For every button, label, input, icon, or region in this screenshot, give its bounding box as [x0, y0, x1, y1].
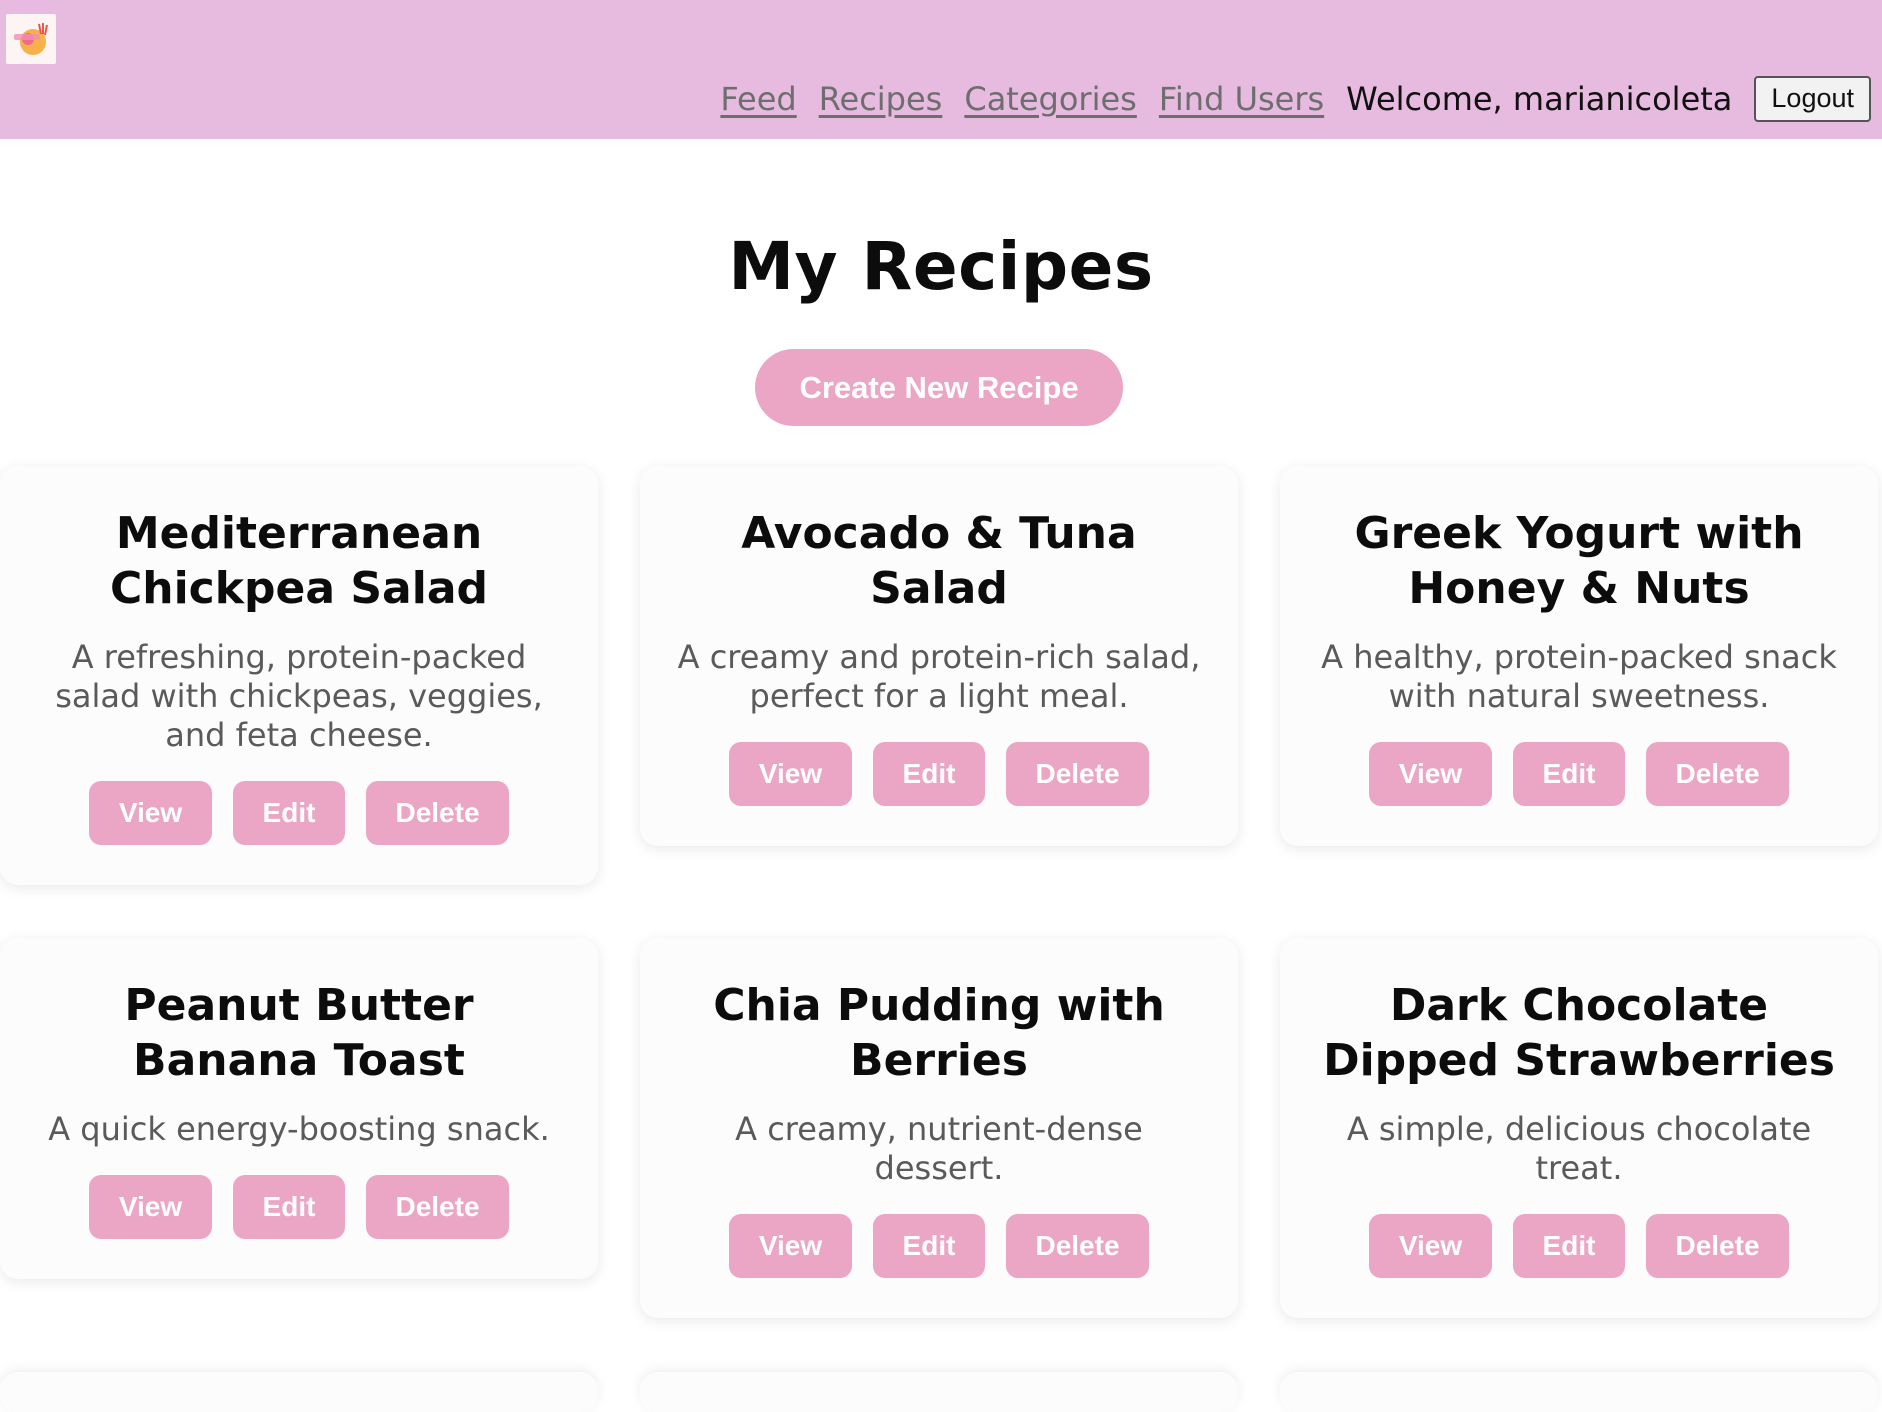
recipe-card: Greek Yogurt with Honey & Nuts A healthy… — [1280, 466, 1878, 846]
recipe-card: Peanut Butter Banana Toast A quick energ… — [0, 938, 598, 1279]
recipe-title: Dark Chocolate Dipped Strawberries — [1323, 980, 1835, 1086]
edit-button[interactable]: Edit — [1513, 1214, 1625, 1278]
delete-button[interactable]: Delete — [1006, 1214, 1149, 1278]
site-logo[interactable] — [6, 14, 56, 64]
recipe-title: Avocado & Tuna Salad — [741, 508, 1137, 614]
top-navbar: Feed Recipes Categories Find Users Welco… — [0, 0, 1882, 139]
recipe-description: A creamy, nutrient-dense dessert. — [735, 1110, 1143, 1187]
recipe-description: A refreshing, protein-packed salad with … — [55, 638, 543, 754]
delete-button[interactable]: Delete — [1646, 742, 1789, 806]
recipe-card: Avocado & Tuna Salad A creamy and protei… — [640, 466, 1238, 846]
view-button[interactable]: View — [89, 781, 212, 845]
recipe-actions: View Edit Delete — [670, 1214, 1208, 1278]
edit-button[interactable]: Edit — [233, 1175, 345, 1239]
recipe-actions: View Edit Delete — [1310, 1214, 1848, 1278]
recipe-title: Peanut Butter Banana Toast — [124, 980, 474, 1086]
delete-button[interactable]: Delete — [1006, 742, 1149, 806]
edit-button[interactable]: Edit — [1513, 742, 1625, 806]
recipe-description: A creamy and protein-rich salad, perfect… — [677, 638, 1201, 715]
logout-button[interactable]: Logout — [1754, 76, 1871, 122]
nav-link-find-users[interactable]: Find Users — [1159, 80, 1324, 118]
recipe-card: Mediterranean Chickpea Salad A refreshin… — [0, 466, 598, 885]
nav-link-recipes[interactable]: Recipes — [819, 80, 943, 118]
main-nav: Feed Recipes Categories Find Users Welco… — [720, 76, 1871, 122]
view-button[interactable]: View — [729, 1214, 852, 1278]
create-new-recipe-button[interactable]: Create New Recipe — [755, 349, 1123, 426]
view-button[interactable]: View — [1369, 1214, 1492, 1278]
page-title: My Recipes — [728, 228, 1154, 305]
recipe-title: Greek Yogurt with Honey & Nuts — [1354, 508, 1804, 614]
recipe-description: A quick energy-boosting snack. — [48, 1110, 550, 1148]
delete-button[interactable]: Delete — [366, 1175, 509, 1239]
recipe-actions: View Edit Delete — [1310, 742, 1848, 806]
recipe-description: A healthy, protein-packed snack with nat… — [1321, 638, 1837, 715]
view-button[interactable]: View — [729, 742, 852, 806]
edit-button[interactable]: Edit — [873, 742, 985, 806]
recipe-card: Dark Chocolate Dipped Strawberries A sim… — [1280, 938, 1878, 1318]
nav-link-categories[interactable]: Categories — [964, 80, 1136, 118]
recipe-card-partial — [1280, 1372, 1878, 1412]
recipe-actions: View Edit Delete — [30, 781, 568, 845]
delete-button[interactable]: Delete — [1646, 1214, 1789, 1278]
nav-link-feed[interactable]: Feed — [720, 80, 796, 118]
recipe-title: Mediterranean Chickpea Salad — [109, 508, 489, 614]
recipe-actions: View Edit Delete — [30, 1175, 568, 1239]
recipe-card: Chia Pudding with Berries A creamy, nutr… — [640, 938, 1238, 1318]
view-button[interactable]: View — [1369, 742, 1492, 806]
logo-icon — [14, 23, 48, 55]
edit-button[interactable]: Edit — [233, 781, 345, 845]
view-button[interactable]: View — [89, 1175, 212, 1239]
recipe-actions: View Edit Delete — [670, 742, 1208, 806]
recipe-description: A simple, delicious chocolate treat. — [1346, 1110, 1812, 1187]
recipe-card-partial — [640, 1372, 1238, 1412]
recipe-card-partial — [0, 1372, 598, 1412]
welcome-text: Welcome, marianicoleta — [1346, 80, 1733, 118]
edit-button[interactable]: Edit — [873, 1214, 985, 1278]
recipe-title: Chia Pudding with Berries — [713, 980, 1165, 1086]
delete-button[interactable]: Delete — [366, 781, 509, 845]
